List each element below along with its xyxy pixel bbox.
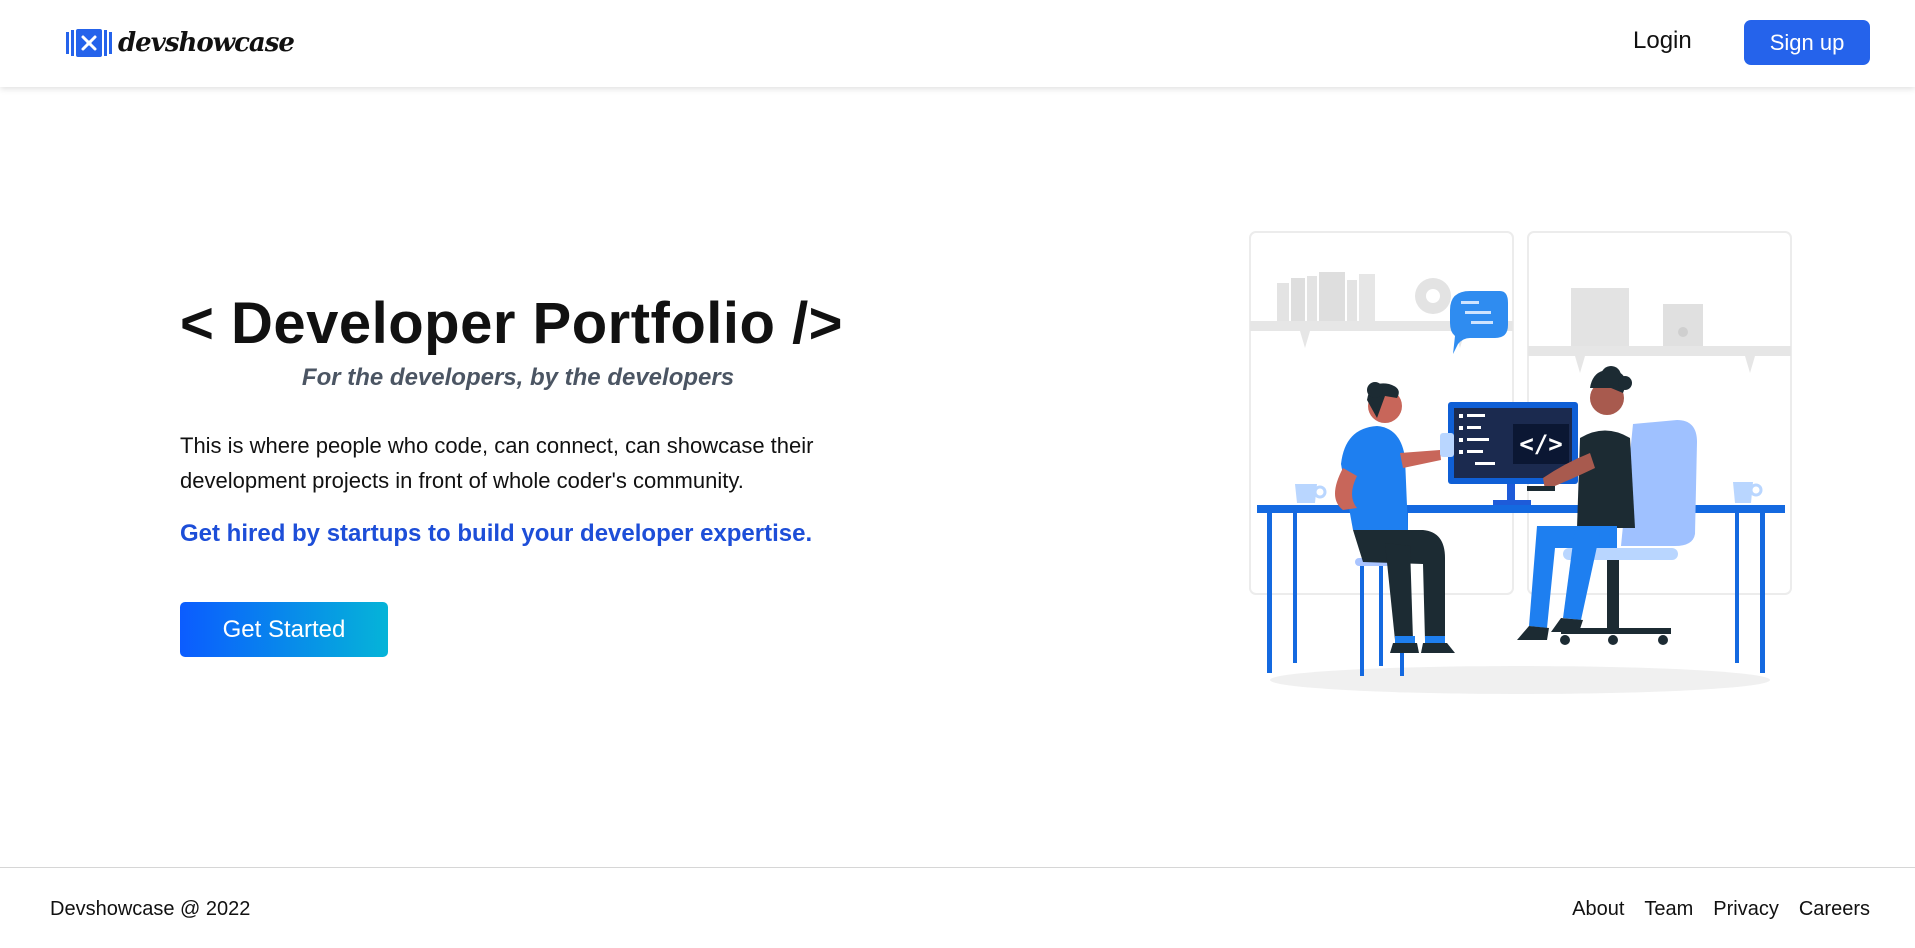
get-started-button[interactable]: Get Started xyxy=(180,602,388,657)
hero-description: This is where people who code, can conne… xyxy=(180,433,814,493)
site-header: devshowcase Login Sign up xyxy=(0,0,1915,87)
login-link[interactable]: Login xyxy=(1633,27,1692,55)
footer-nav: About Team Privacy Careers xyxy=(1572,898,1870,921)
logo-text: devshowcase xyxy=(118,28,295,58)
page-title: < Developer Portfolio /> xyxy=(180,291,844,356)
footer-copyright: Devshowcase @ 2022 xyxy=(50,898,251,920)
screen-code-text: </> xyxy=(1519,430,1562,458)
footer-link-team[interactable]: Team xyxy=(1644,898,1693,921)
developers-at-desk-illustration: </> xyxy=(1249,231,1792,694)
footer-link-about[interactable]: About xyxy=(1572,898,1624,921)
logo[interactable]: devshowcase xyxy=(66,26,295,60)
footer-link-privacy[interactable]: Privacy xyxy=(1713,898,1779,921)
signup-button[interactable]: Sign up xyxy=(1744,20,1870,65)
hero-highlight: Get hired by startups to build your deve… xyxy=(180,520,813,547)
hero-tagline: For the developers, by the developers xyxy=(301,364,735,391)
site-footer: Devshowcase @ 2022 About Team Privacy Ca… xyxy=(0,867,1915,948)
footer-link-careers[interactable]: Careers xyxy=(1799,898,1870,921)
logo-icon xyxy=(66,29,112,57)
